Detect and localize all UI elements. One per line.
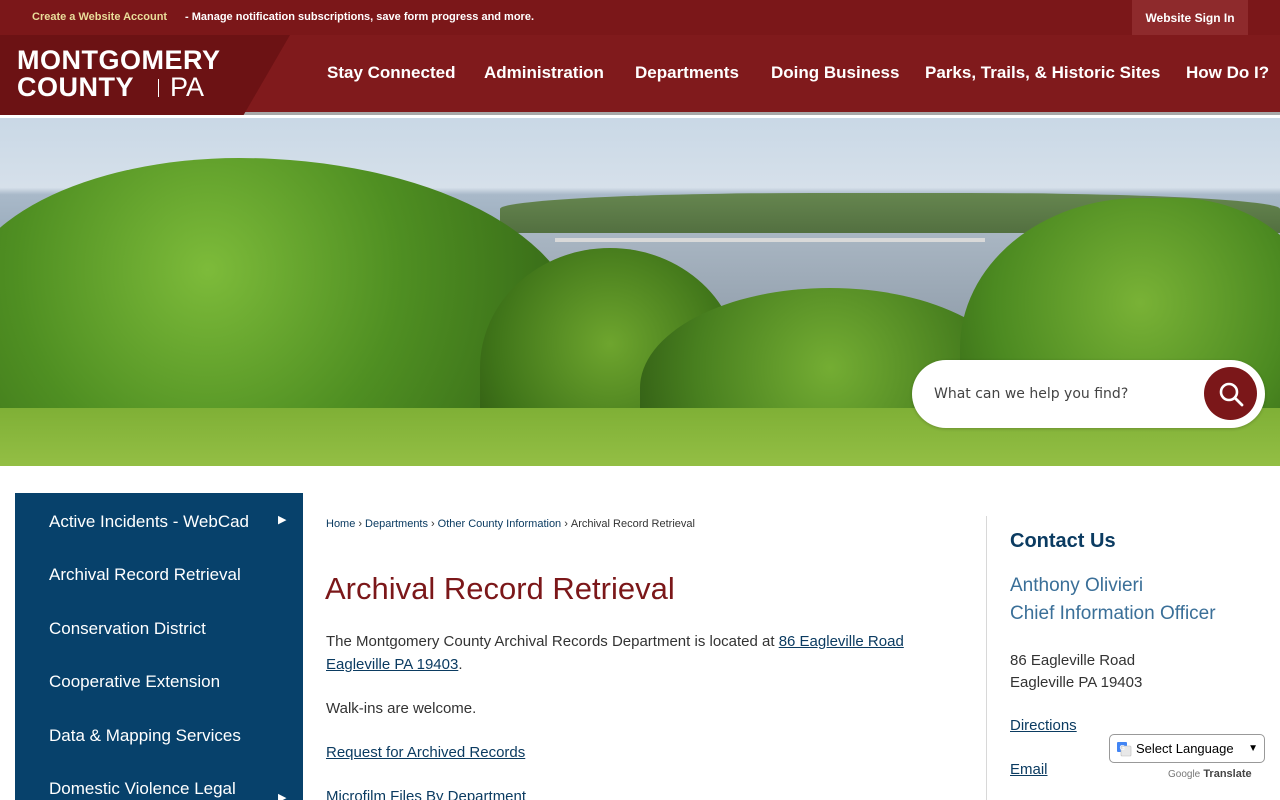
chevron-down-icon: ▼: [1248, 743, 1258, 754]
contact-role: Chief Information Officer: [1010, 603, 1216, 624]
sidebar-expand-icon[interactable]: ▶: [278, 791, 286, 800]
language-select-label: Select Language: [1136, 741, 1234, 756]
nav-administration[interactable]: Administration: [484, 63, 604, 83]
breadcrumb-other[interactable]: Other County Information: [438, 518, 562, 530]
create-account-description: - Manage notification subscriptions, sav…: [185, 11, 535, 23]
intro-paragraph: The Montgomery County Archival Records D…: [326, 633, 904, 673]
logo[interactable]: MONTGOMERY COUNTY PA: [0, 35, 290, 115]
search-icon: [1219, 382, 1243, 406]
email-link[interactable]: Email: [1010, 761, 1048, 778]
nav-how-do-i[interactable]: How Do I?: [1186, 63, 1269, 83]
sidebar-expand-icon[interactable]: ▶: [278, 513, 286, 526]
website-sign-in-button[interactable]: Website Sign In: [1132, 0, 1248, 35]
breadcrumb-home[interactable]: Home: [326, 518, 355, 530]
search-button[interactable]: [1204, 367, 1257, 420]
contact-address: 86 Eagleville Road Eagleville PA 19403: [1010, 652, 1143, 691]
sidebar-item-data-mapping[interactable]: Data & Mapping Services: [49, 726, 241, 746]
breadcrumb-current: Archival Record Retrieval: [570, 518, 695, 530]
svg-text:G: G: [1120, 744, 1125, 752]
page-title: Archival Record Retrieval: [325, 571, 675, 606]
nav-doing-business[interactable]: Doing Business: [771, 63, 899, 83]
directions-link[interactable]: Directions: [1010, 717, 1077, 734]
logo-line1: MONTGOMERY: [17, 45, 221, 75]
microfilm-link[interactable]: Microfilm Files By Department: [326, 788, 526, 800]
content-divider: [986, 516, 987, 800]
sidebar-item-conservation[interactable]: Conservation District: [49, 619, 206, 639]
contact-title: Contact Us: [1010, 530, 1116, 552]
create-account-link[interactable]: Create a Website Account: [32, 11, 167, 23]
search-input[interactable]: [934, 382, 1194, 406]
contact-name: Anthony Olivieri: [1010, 575, 1144, 596]
breadcrumb: Home › Departments › Other County Informatio…: [326, 518, 695, 530]
request-records-link[interactable]: Request for Archived Records: [326, 744, 525, 761]
walkins-text: Walk-ins are welcome.: [326, 700, 477, 717]
contact-name-block: Anthony Olivieri Chief Information Offic…: [1010, 572, 1216, 628]
nav-parks-trails[interactable]: Parks, Trails, & Historic Sites: [925, 63, 1160, 83]
sidebar: Active Incidents - WebCad ▶ Archival Rec…: [15, 493, 303, 800]
powered-by-google: Google Translate: [1168, 768, 1252, 780]
nav-departments[interactable]: Departments: [635, 63, 739, 83]
sidebar-item-archival-record[interactable]: Archival Record Retrieval: [49, 565, 241, 585]
logo-separator: [158, 79, 159, 97]
sidebar-item-active-incidents[interactable]: Active Incidents - WebCad: [49, 512, 249, 532]
nav-stay-connected[interactable]: Stay Connected: [327, 63, 455, 83]
site-header: MONTGOMERY COUNTY PA Stay Connected Admi…: [0, 35, 1280, 115]
breadcrumb-departments[interactable]: Departments: [365, 518, 428, 530]
sidebar-item-domestic-violence[interactable]: Domestic Violence Legal: [49, 779, 236, 799]
logo-suffix: PA: [170, 72, 205, 102]
google-translate-icon: G: [1117, 741, 1132, 756]
sidebar-item-cooperative[interactable]: Cooperative Extension: [49, 672, 220, 692]
logo-line2: COUNTY: [17, 72, 134, 102]
utility-bar: Create a Website Account - Manage notifi…: [0, 0, 1280, 35]
language-select[interactable]: G Select Language ▼: [1109, 734, 1265, 763]
